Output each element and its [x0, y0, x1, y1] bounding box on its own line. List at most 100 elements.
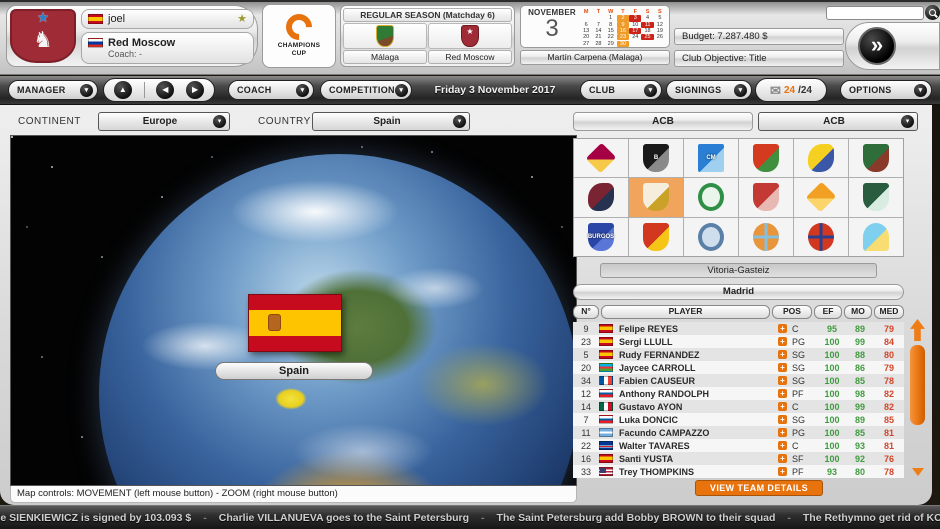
team-cell[interactable] [684, 218, 738, 256]
next-match-box[interactable]: REGULAR SEASON (Matchday 6) Málaga Red M… [340, 5, 515, 67]
calendar-day-cell[interactable]: 20 [580, 34, 592, 40]
calendar-day-cell[interactable]: 25 [641, 34, 653, 40]
manager-bar[interactable]: joel ★ [81, 9, 254, 29]
roster-row[interactable]: 22Walter TAVARES+C1009381 [573, 439, 904, 452]
continue-button[interactable]: » [858, 27, 896, 65]
menu-club[interactable]: CLUB▾ [580, 80, 662, 100]
menu-signings[interactable]: SIGNINGS▾ [666, 80, 752, 100]
calendar-day-cell[interactable]: 4 [641, 15, 653, 21]
roster-row[interactable]: 7Luka DONCIC+SG1008985 [573, 413, 904, 426]
calendar-day-cell[interactable]: 3 [629, 15, 641, 21]
player-add-icon[interactable]: + [778, 376, 787, 385]
menu-coach[interactable]: COACH▾ [228, 80, 314, 100]
search-input[interactable] [826, 6, 924, 20]
team-cell[interactable] [629, 218, 683, 256]
calendar-day-cell[interactable]: 2 [617, 15, 629, 21]
scroll-down-button[interactable] [912, 468, 924, 476]
calendar-day-cell[interactable]: 30 [617, 41, 629, 47]
player-add-icon[interactable]: + [778, 350, 787, 359]
league-select[interactable]: ACB ▾ [758, 112, 918, 131]
continent-select[interactable]: Europe ▾ [98, 112, 230, 131]
menu-manager[interactable]: MANAGER▾ [8, 80, 98, 100]
view-team-details-button[interactable]: VIEW TEAM DETAILS [695, 480, 823, 496]
calendar-widget[interactable]: NOVEMBER 3 MTWTFSS1234567891011121314151… [520, 5, 670, 48]
world-map-view[interactable]: Spain [10, 135, 577, 486]
calendar-day-cell[interactable]: 23 [617, 34, 629, 40]
roster-row[interactable]: 16Santi YUSTA+SF1009276 [573, 452, 904, 465]
team-cell[interactable]: CM [684, 139, 738, 177]
calendar-grid[interactable]: MTWTFSS123456789101112131415161718192021… [580, 9, 666, 45]
player-add-icon[interactable]: + [778, 324, 787, 333]
calendar-day-cell[interactable]: 16 [617, 28, 629, 34]
team-cell[interactable] [794, 178, 848, 216]
calendar-day-cell[interactable]: 24 [629, 34, 641, 40]
player-add-icon[interactable]: + [778, 454, 787, 463]
calendar-day-cell[interactable]: 1 [605, 15, 617, 21]
team-cell[interactable] [794, 139, 848, 177]
player-add-icon[interactable]: + [778, 402, 787, 411]
team-cell[interactable] [739, 139, 793, 177]
player-add-icon[interactable]: + [778, 415, 787, 424]
scrollbar-thumb[interactable] [910, 345, 925, 425]
menu-options[interactable]: OPTIONS▾ [840, 80, 932, 100]
player-add-icon[interactable]: + [778, 389, 787, 398]
player-add-icon[interactable]: + [778, 428, 787, 437]
player-add-icon[interactable]: + [778, 337, 787, 346]
team-cell[interactable] [849, 218, 903, 256]
calendar-day-cell[interactable]: 29 [605, 41, 617, 47]
mail-button[interactable]: ✉ 24 /24 [755, 78, 827, 102]
search-button[interactable] [925, 5, 940, 20]
club-bar[interactable]: Red Moscow Coach: - [81, 32, 254, 64]
calendar-day-cell[interactable]: 28 [592, 41, 604, 47]
calendar-day-cell[interactable]: 13 [580, 28, 592, 34]
team-cell[interactable] [739, 218, 793, 256]
calendar-day-cell[interactable]: 27 [580, 41, 592, 47]
team-cell[interactable] [794, 218, 848, 256]
nav-up-button[interactable]: ▲ [114, 81, 132, 99]
selected-country-flag[interactable] [248, 294, 342, 352]
team-cell[interactable] [849, 139, 903, 177]
calendar-day-cell[interactable]: 15 [605, 28, 617, 34]
team-cell[interactable] [849, 178, 903, 216]
roster-row[interactable]: 11Facundo CAMPAZZO+PG1008581 [573, 426, 904, 439]
roster-row[interactable]: 34Fabien CAUSEUR+SG1008578 [573, 374, 904, 387]
roster-row[interactable]: 20Jaycee CARROLL+SG1008679 [573, 361, 904, 374]
team-cell[interactable] [739, 178, 793, 216]
nav-forward-button[interactable]: ▶ [186, 81, 204, 99]
team-cell[interactable] [574, 178, 628, 216]
scroll-up-button[interactable] [910, 319, 925, 341]
team-cell[interactable]: BURGOS [574, 218, 628, 256]
calendar-day-cell[interactable]: 26 [654, 34, 666, 40]
calendar-day-cell[interactable]: 5 [654, 15, 666, 21]
team-cell[interactable] [684, 178, 738, 216]
calendar-day-cell[interactable]: 11 [641, 22, 653, 28]
calendar-day-cell[interactable]: 7 [592, 22, 604, 28]
calendar-day-cell[interactable]: 10 [629, 22, 641, 28]
roster-row[interactable]: 9Felipe REYES+C958979 [573, 322, 904, 335]
calendar-day-cell[interactable]: 9 [617, 22, 629, 28]
selected-country-pill[interactable]: Spain [215, 362, 373, 380]
calendar-day-cell[interactable]: 22 [605, 34, 617, 40]
calendar-day-cell[interactable]: 14 [592, 28, 604, 34]
roster-row[interactable]: 23Sergi LLULL+PG1009984 [573, 335, 904, 348]
menu-competition[interactable]: COMPETITION▾ [320, 80, 412, 100]
calendar-day-cell[interactable]: 21 [592, 34, 604, 40]
calendar-day-cell[interactable]: 6 [580, 22, 592, 28]
roster-row[interactable]: 33Trey THOMPKINS+PF938078 [573, 465, 904, 478]
calendar-day-cell[interactable]: 17 [629, 28, 641, 34]
calendar-day-cell[interactable]: 8 [605, 22, 617, 28]
team-cell-selected[interactable] [629, 178, 683, 216]
country-select[interactable]: Spain ▾ [312, 112, 470, 131]
roster-row[interactable]: 12Anthony RANDOLPH+PF1009882 [573, 387, 904, 400]
roster-row[interactable]: 14Gustavo AYON+C1009982 [573, 400, 904, 413]
player-add-icon[interactable]: + [778, 441, 787, 450]
calendar-day-cell[interactable]: 19 [654, 28, 666, 34]
team-cell[interactable] [574, 139, 628, 177]
roster-row[interactable]: 5Rudy FERNANDEZ+SG1008880 [573, 348, 904, 361]
nav-back-button[interactable]: ◀ [156, 81, 174, 99]
player-add-icon[interactable]: + [778, 467, 787, 476]
player-add-icon[interactable]: + [778, 363, 787, 372]
calendar-day-cell[interactable]: 18 [641, 28, 653, 34]
calendar-day-cell[interactable]: 12 [654, 22, 666, 28]
team-cell[interactable]: B [629, 139, 683, 177]
